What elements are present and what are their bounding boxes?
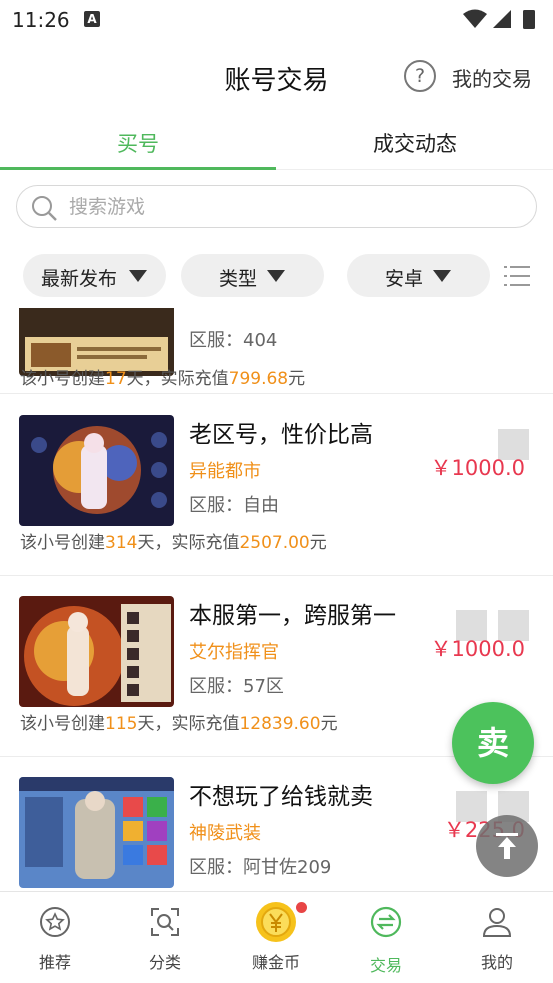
search-input[interactable] [69,194,509,220]
filter-platform[interactable]: 安卓 [347,254,490,297]
nav-label: 分类 [148,953,181,972]
status-time: 11:26 [12,8,70,32]
listing-title: 本服第一，跨服第一 [189,603,396,629]
notification-dot [296,902,307,913]
help-icon[interactable]: ? [404,60,436,92]
list-menu-icon[interactable] [504,264,530,288]
game-thumbnail [19,415,174,526]
filter-sort-latest[interactable]: 最新发布 [23,254,166,297]
listing-meta: 该小号创建115天，实际充值12839.60元 [20,714,338,734]
listing-title: 老区号，性价比高 [189,422,373,448]
listing-game: 异能都市 [189,461,261,482]
filter-bar: 最新发布 类型 安卓 [0,254,553,298]
listing-meta: 该小号创建314天，实际充值2507.00元 [20,533,327,553]
back-to-top-button[interactable] [476,815,538,877]
chevron-down-icon [267,270,285,282]
nav-earn-coins[interactable]: 赚金币 [221,892,331,983]
listing-price: ￥1000.0 [430,456,525,480]
nav-recommend[interactable]: 推荐 [0,892,110,983]
search-icon [32,196,57,221]
nav-label: 推荐 [38,953,71,972]
tab-bar: 买号 成交动态 [0,112,553,170]
notification-icon: A [84,11,100,27]
signal-battery-icons [463,9,535,29]
battery-icon [523,10,535,29]
listing-meta: 该小号创建17天，实际充值799.68元 [20,369,306,389]
nav-trade[interactable]: 交易 [331,892,441,983]
search-box [16,185,537,228]
filter-label: 最新发布 [41,268,118,290]
arrow-up-icon [496,833,518,859]
nav-label: 我的 [480,953,513,972]
listing-server: 区服：57区 [189,676,284,697]
tab-deal-updates[interactable]: 成交动态 [277,128,553,158]
sell-button[interactable]: 卖 [452,702,534,784]
listing-card[interactable]: 老区号，性价比高 异能都市 ￥1000.0 区服：自由 该小号创建314天，实际… [0,395,553,576]
filter-label: 类型 [219,268,258,290]
listing-server: 区服：自由 [189,495,279,516]
nav-label: 赚金币 [251,953,300,972]
game-thumbnail [19,777,174,888]
category-search-icon [151,908,179,936]
cell-signal-icon [493,10,511,28]
active-tab-indicator [0,167,276,170]
my-trades-link[interactable]: 我的交易 [452,63,532,92]
listing-server: 区服：404 [189,330,278,351]
bottom-nav: 推荐 分类 赚金币 交易 我的 [0,891,553,983]
wifi-icon [463,9,487,28]
listing-title: 不想玩了给钱就卖 [189,784,373,810]
star-circle-icon [40,907,70,937]
tab-buy-account[interactable]: 买号 [0,128,276,158]
user-icon [482,908,512,937]
nav-label: 交易 [369,956,402,975]
listing-game: 艾尔指挥官 [189,642,279,663]
listing-price: ￥1000.0 [430,637,525,661]
account-listing: 区服：404 该小号创建17天，实际充值799.68元 老区号，性价比高 异能都… [0,308,553,890]
filter-label: 安卓 [385,268,424,290]
game-thumbnail [19,596,174,707]
filter-type[interactable]: 类型 [181,254,324,297]
gold-coin-icon [256,902,296,942]
nav-category[interactable]: 分类 [110,892,220,983]
chevron-down-icon [129,270,147,282]
listing-card[interactable]: 区服：404 该小号创建17天，实际充值799.68元 [0,308,553,394]
chevron-down-icon [433,270,451,282]
exchange-icon [370,906,402,938]
status-bar: 11:26 A [0,0,553,40]
listing-server: 区服：阿甘佐209 [189,857,332,878]
nav-profile[interactable]: 我的 [442,892,552,983]
listing-game: 神陵武装 [189,823,261,844]
title-bar: 账号交易 ? 我的交易 [0,40,553,112]
